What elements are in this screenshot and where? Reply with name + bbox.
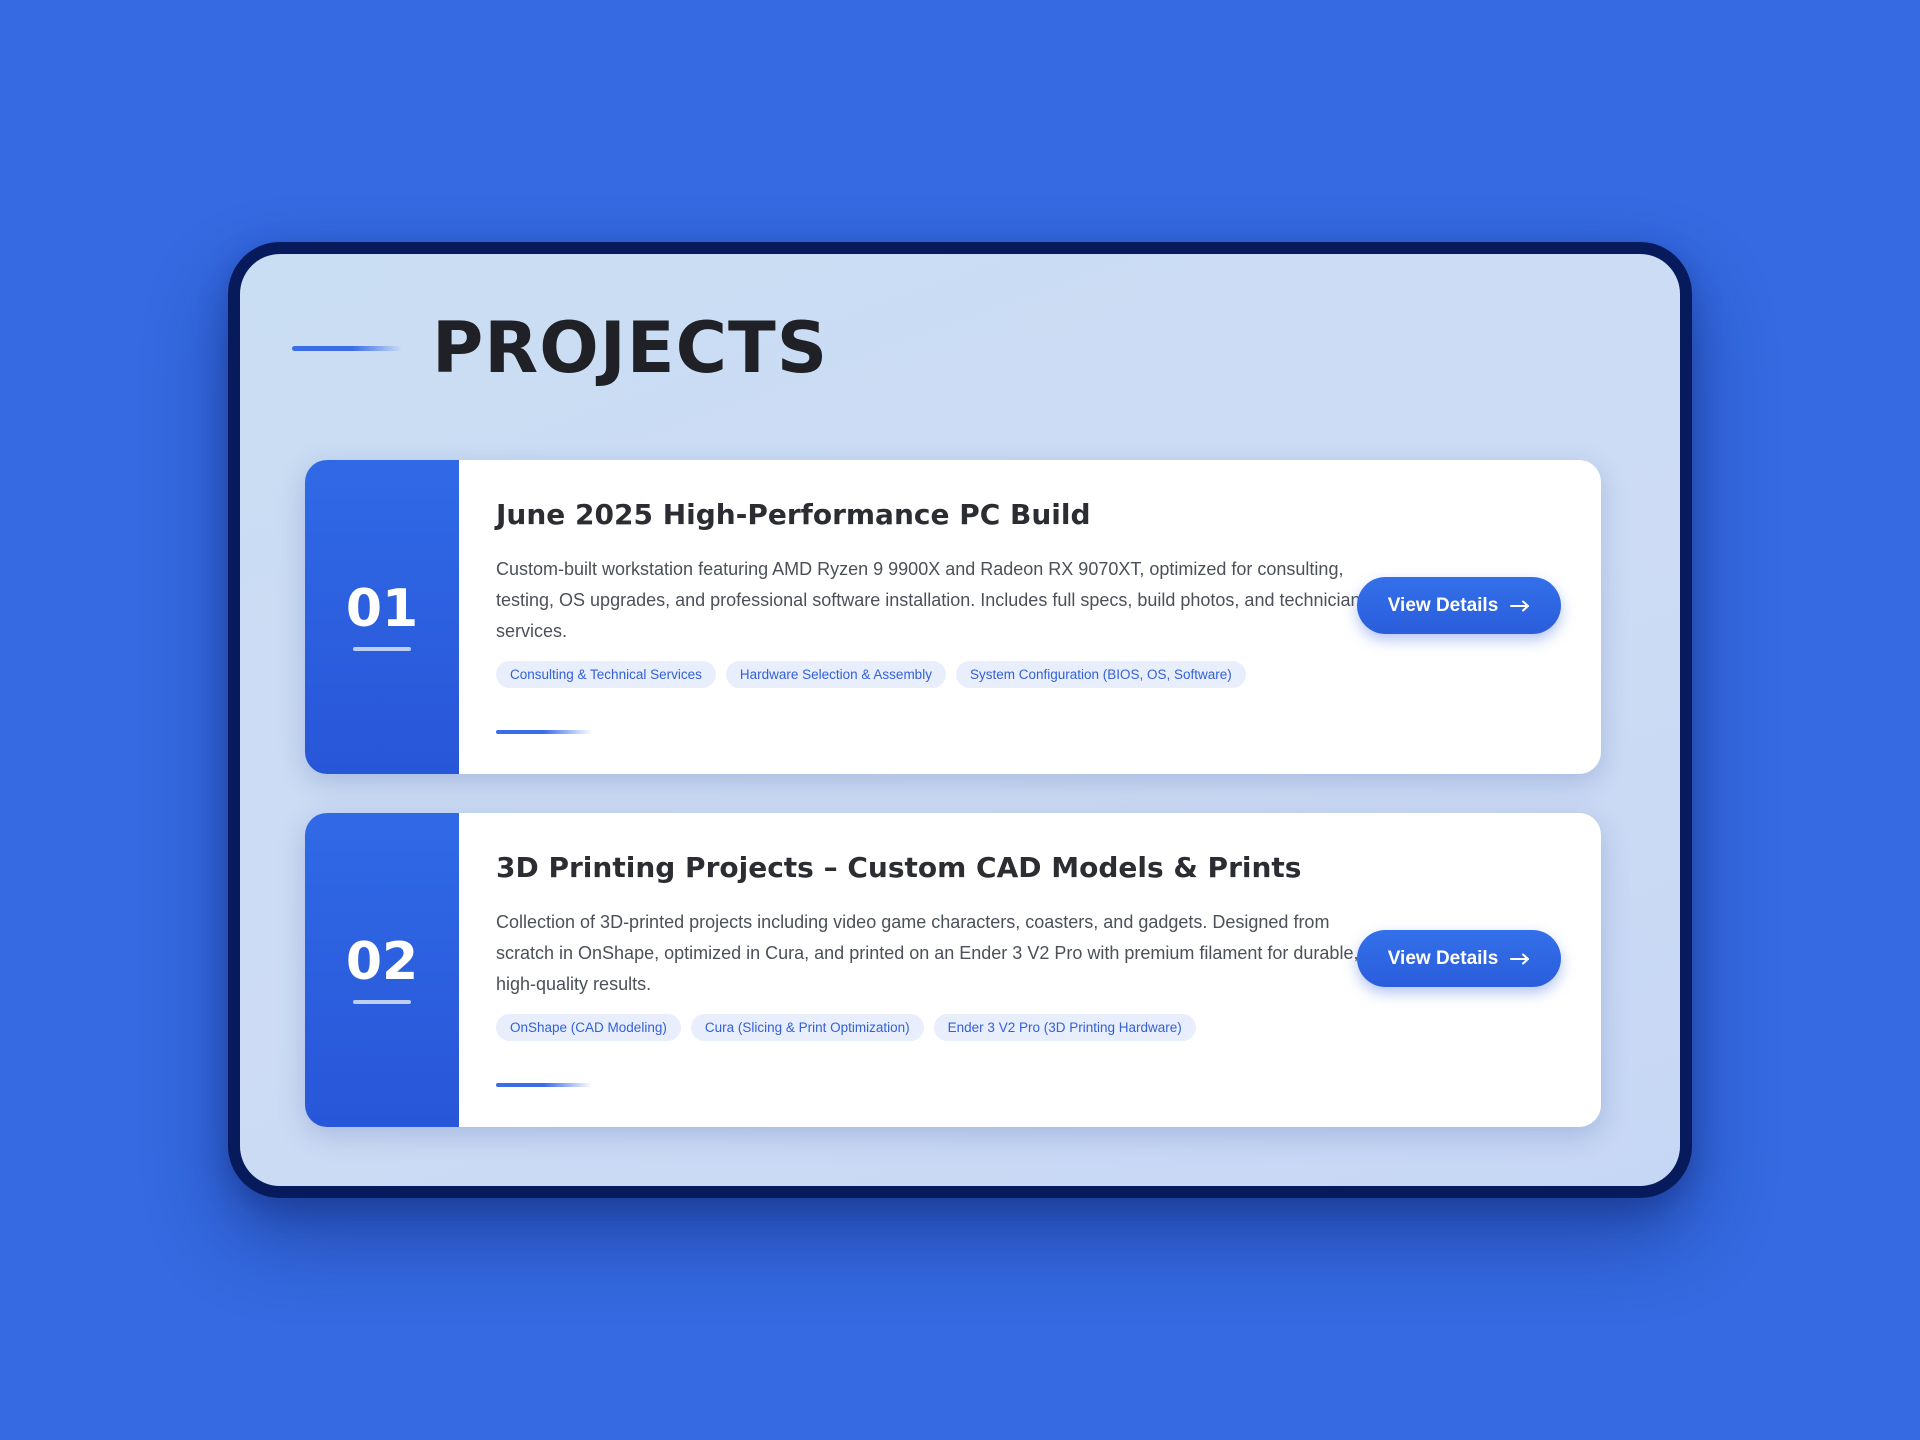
project-card-body: 3D Printing Projects – Custom CAD Models… — [496, 851, 1366, 1041]
tag: Hardware Selection & Assembly — [725, 660, 946, 688]
project-title: 3D Printing Projects – Custom CAD Models… — [496, 851, 1302, 884]
project-description: Custom-built workstation featuring AMD R… — [496, 558, 1361, 641]
project-description: Collection of 3D-printed projects includ… — [496, 911, 1359, 994]
project-title: June 2025 High-Performance PC Build — [496, 498, 1091, 531]
tag: Consulting & Technical Services — [496, 660, 716, 688]
project-number: 02 — [345, 932, 419, 992]
project-number-panel: 01 — [305, 460, 459, 774]
view-details-label: View Details — [1387, 947, 1499, 969]
tag-list: Consulting & Technical Services Hardware… — [496, 660, 1366, 688]
page-title: PROJECTS — [432, 307, 829, 389]
arrow-right-icon — [1510, 953, 1530, 964]
project-card: 01 June 2025 High-Performance PC Build C… — [305, 460, 1601, 774]
view-details-label: View Details — [1387, 594, 1499, 616]
view-details-button[interactable]: View Details — [1357, 930, 1561, 987]
card-accent-line — [496, 730, 592, 734]
project-number: 01 — [345, 579, 419, 639]
project-card-body: June 2025 High-Performance PC Build Cust… — [496, 498, 1366, 688]
project-number-panel: 02 — [305, 813, 459, 1127]
tag: Cura (Slicing & Print Optimization) — [690, 1013, 924, 1041]
card-accent-line — [496, 1083, 592, 1087]
number-underline — [353, 1000, 411, 1004]
number-underline — [353, 647, 411, 651]
view-details-button[interactable]: View Details — [1357, 577, 1561, 634]
header-accent-line — [292, 345, 402, 351]
tag-list: OnShape (CAD Modeling) Cura (Slicing & P… — [496, 1013, 1366, 1041]
tag: Ender 3 V2 Pro (3D Printing Hardware) — [933, 1013, 1196, 1041]
section-header: PROJECTS — [292, 300, 828, 396]
tag: OnShape (CAD Modeling) — [496, 1013, 681, 1041]
arrow-right-icon — [1510, 600, 1530, 611]
tag: System Configuration (BIOS, OS, Software… — [955, 660, 1246, 688]
project-card: 02 3D Printing Projects – Custom CAD Mod… — [305, 813, 1601, 1127]
